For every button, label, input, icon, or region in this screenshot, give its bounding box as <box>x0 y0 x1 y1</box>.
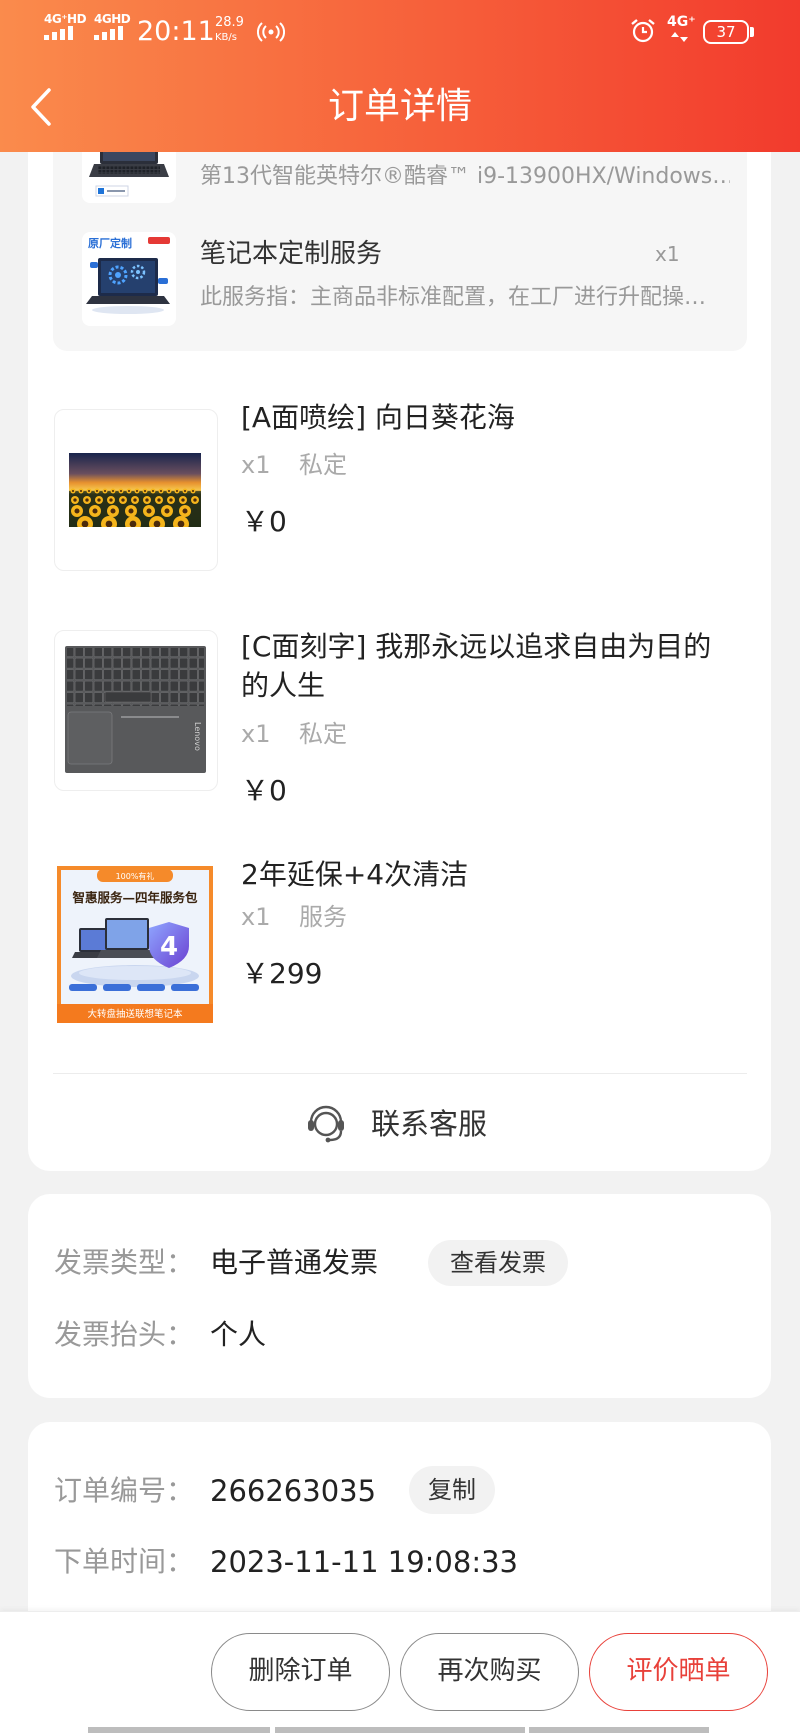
keyboard-image: Lenovo <box>65 646 206 773</box>
gesture-bar-segment <box>88 1727 270 1733</box>
product-tag: 私定 <box>299 451 347 479</box>
buy-again-button[interactable]: 再次购买 <box>400 1633 579 1711</box>
signal-1-label: 4G⁺HD <box>44 12 87 26</box>
svg-text:100%有礼: 100%有礼 <box>116 871 155 881</box>
product-thumbnail-sunflower[interactable] <box>54 409 218 571</box>
invoice-title-value: 个人 <box>210 1318 267 1351</box>
product-thumbnail-engraving[interactable]: Lenovo <box>54 630 218 791</box>
divider <box>53 1073 747 1074</box>
product-title[interactable]: 2年延保+4次清洁 <box>241 857 468 893</box>
product-tag: 私定 <box>299 720 347 748</box>
invoice-type-value: 电子普通发票 <box>210 1246 379 1279</box>
svg-text:大转盘抽送联想笔记本: 大转盘抽送联想笔记本 <box>87 1008 183 1020</box>
battery-nub <box>750 27 754 37</box>
net-speed-unit: KB/s <box>215 32 237 43</box>
svg-text:智惠服务—四年服务包: 智惠服务—四年服务包 <box>71 890 198 905</box>
product-tag: 服务 <box>299 903 347 931</box>
product-title[interactable]: [C面刻字] 我那永远以追求自由为目的的人生 <box>241 627 721 705</box>
net-speed-value: 28.9 <box>215 15 244 30</box>
signal-2-label: 4GHD <box>94 12 131 26</box>
product-price: ￥299 <box>241 957 323 990</box>
invoice-title-label: 发票抬头： <box>54 1318 195 1351</box>
gesture-bar-segment <box>529 1727 709 1733</box>
network-type-label: 4G⁺ <box>667 14 696 30</box>
order-number-label: 订单编号： <box>54 1474 195 1507</box>
invoice-card <box>28 1194 771 1398</box>
battery-level: 37 <box>716 23 736 41</box>
product-qty: x1 <box>241 451 271 479</box>
contact-service-button[interactable]: 联系客服 <box>300 1098 500 1150</box>
copy-order-number-button[interactable]: 复制 <box>409 1466 495 1514</box>
status-time: 20:11 <box>137 16 215 47</box>
product-qty: x1 <box>241 720 271 748</box>
invoice-type-label: 发票类型： <box>54 1246 195 1279</box>
signal-bars-icon <box>44 26 73 40</box>
custom-service-thumbnail[interactable]: 原厂定制 <box>82 232 176 326</box>
data-arrows-icon <box>671 32 688 42</box>
bundle-item-name: 笔记本定制服务 <box>200 239 383 269</box>
bundle-item-qty: x1 <box>655 242 680 266</box>
order-number-value: 266263035 <box>210 1474 377 1508</box>
svg-text:4: 4 <box>160 932 178 962</box>
svg-text:原厂定制: 原厂定制 <box>88 236 132 250</box>
alarm-icon <box>631 19 655 43</box>
product-price: ￥0 <box>241 774 287 807</box>
order-time-value: 2023-11-11 19:08:33 <box>210 1545 518 1579</box>
product-qty: x1 <box>241 903 271 931</box>
order-time-label: 下单时间： <box>54 1545 195 1578</box>
hotspot-icon <box>257 22 285 42</box>
view-invoice-button[interactable]: 查看发票 <box>428 1240 568 1286</box>
review-order-button[interactable]: 评价晒单 <box>589 1633 768 1711</box>
bundle-item-desc: 此服务指：主商品非标准配置，在工厂进行升配操… <box>200 285 707 310</box>
svg-text:Lenovo: Lenovo <box>193 722 202 751</box>
sunflower-painting-image <box>69 453 201 527</box>
battery-icon: 37 <box>703 20 749 44</box>
service-pack-image: 100%有礼 智惠服务—四年服务包 4 大转盘抽送联想笔记本 <box>57 866 213 1023</box>
headset-icon <box>308 1105 344 1143</box>
signal-bars-icon <box>94 26 123 40</box>
product-price: ￥0 <box>241 505 287 538</box>
bundle-item-spec: 第13代智能英特尔®酷睿™ i9-13900HX/Windows… <box>200 164 730 189</box>
custom-service-image: 原厂定制 <box>86 236 170 314</box>
delete-order-button[interactable]: 删除订单 <box>211 1633 390 1711</box>
page-title: 订单详情 <box>327 86 472 127</box>
product-title[interactable]: [A面喷绘] 向日葵花海 <box>241 400 515 436</box>
product-thumbnail-service-pack[interactable]: 100%有礼 智惠服务—四年服务包 4 大转盘抽送联想笔记本 <box>57 866 213 1023</box>
contact-service-label: 联系客服 <box>371 1107 488 1141</box>
gesture-bar-segment <box>275 1727 525 1733</box>
header: 4G⁺HD 4GHD 20:11 28.9 KB/s 4G⁺ 37 订单详情 <box>0 0 800 152</box>
